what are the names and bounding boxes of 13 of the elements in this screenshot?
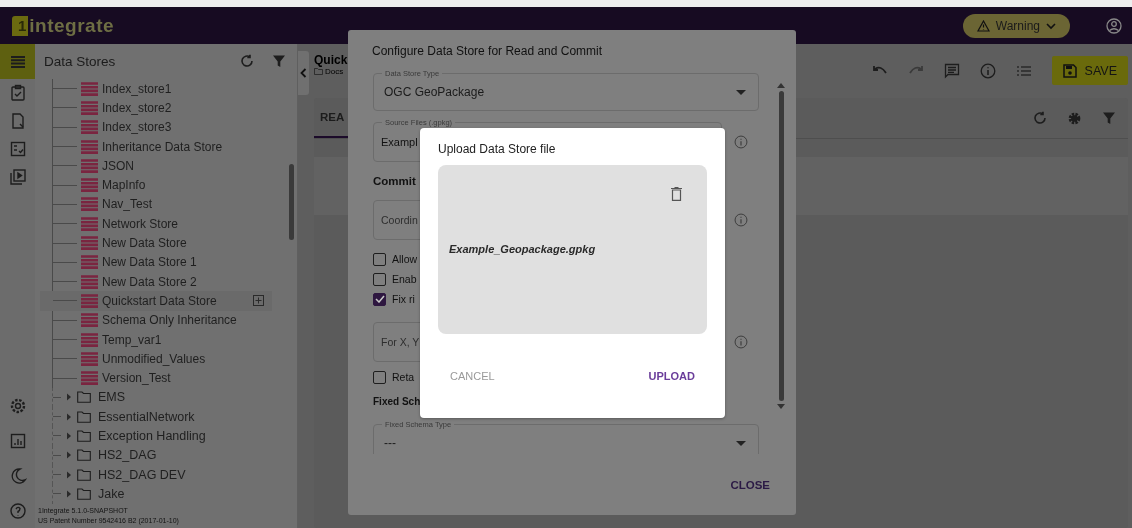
section-heading: Commit	[373, 174, 416, 189]
page-title: Quick	[314, 53, 348, 67]
checkbox-label: Allow	[392, 253, 418, 265]
checkbox-label: Enab	[392, 273, 417, 285]
dialog-title: Upload Data Store file	[438, 141, 557, 158]
logo-mark: 1	[12, 15, 29, 36]
panel-title: Data Stores	[44, 53, 117, 69]
checkbox-label: Reta	[392, 371, 415, 383]
checkbox-label: Fix ri	[392, 293, 415, 305]
dialog-title: Configure Data Store for Read and Commit	[371, 43, 604, 60]
section-heading: Fixed Sch	[373, 395, 421, 409]
file-name: Example_Geopackage.gpkg	[449, 243, 596, 256]
logo-text: integrate	[29, 14, 115, 37]
